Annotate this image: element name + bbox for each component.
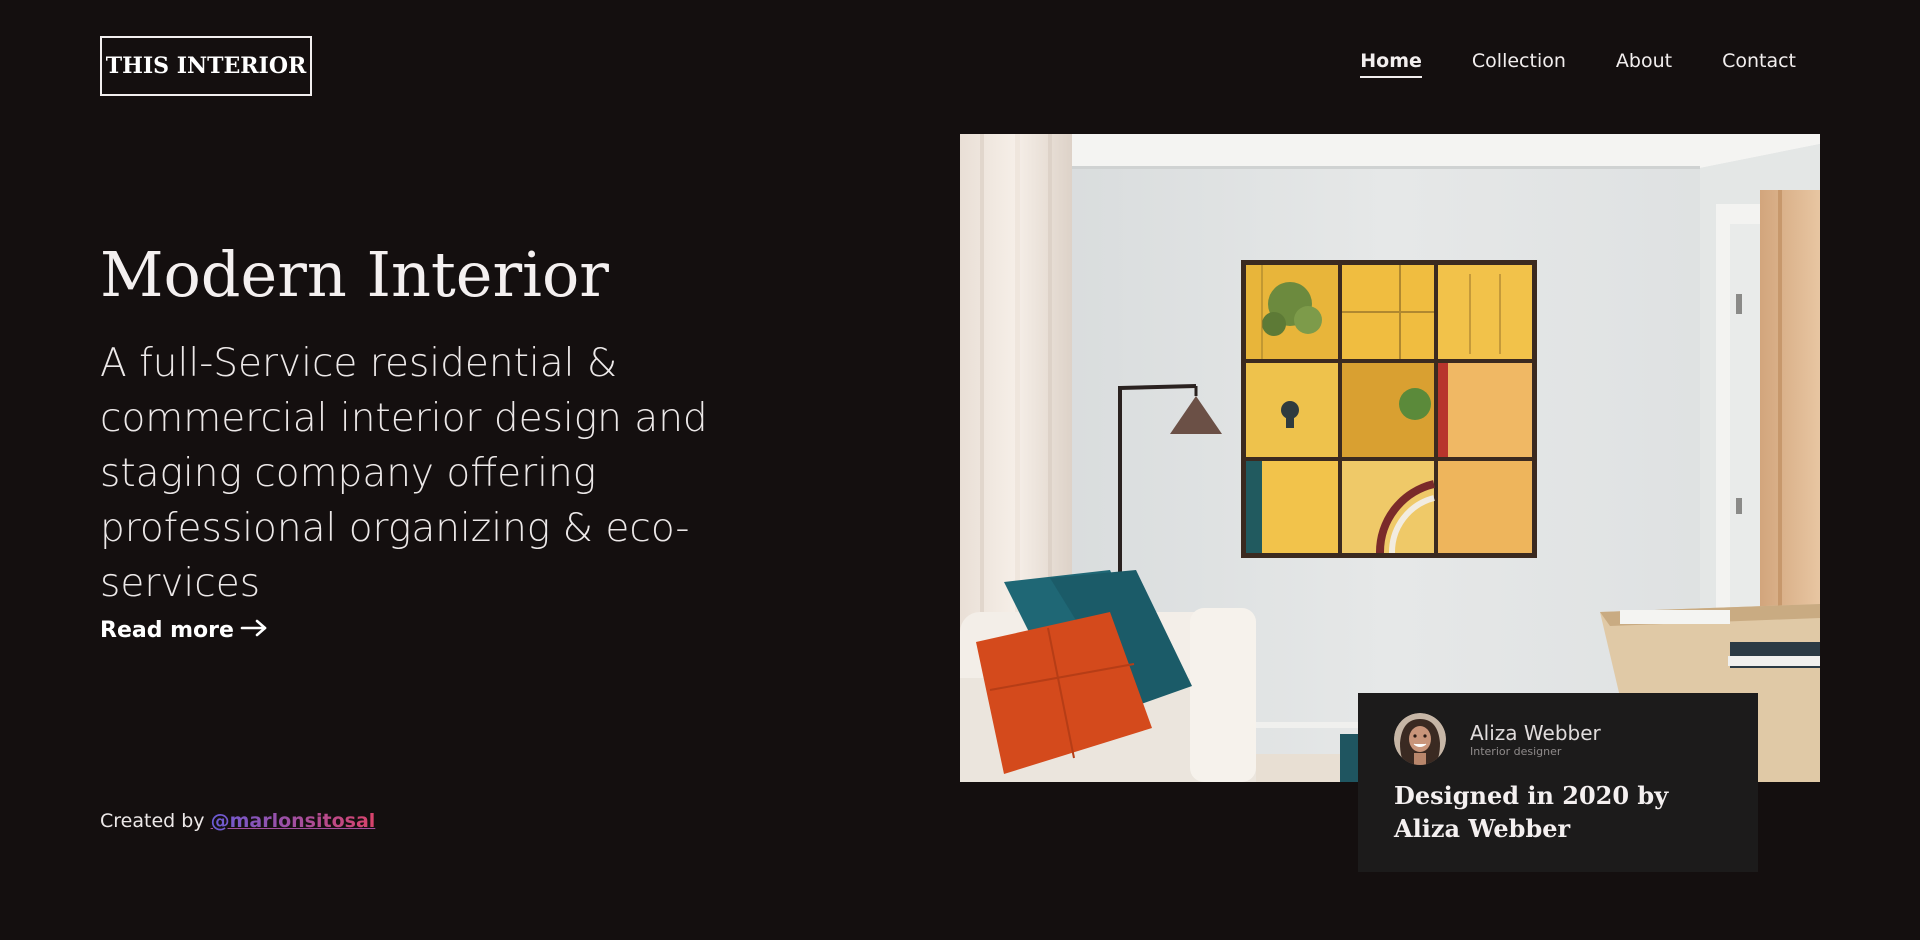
main-nav: Home Collection About Contact — [1360, 50, 1796, 78]
hero-title: Modern Interior — [100, 238, 609, 311]
author-role: Interior designer — [1470, 744, 1562, 758]
author-name: Aliza Webber — [1470, 720, 1601, 745]
credit-prefix: Created by — [100, 810, 205, 832]
card-title: Designed in 2020 by Aliza Webber — [1394, 781, 1669, 843]
credit-line: Created by @marlonsitosal — [100, 810, 375, 832]
card-author: Aliza Webber Interior designer — [1394, 713, 1722, 765]
nav-home-link[interactable]: Home — [1360, 50, 1422, 78]
read-more-link[interactable]: Read more — [100, 618, 268, 643]
interior-photo — [960, 134, 1820, 782]
nav-contact-link[interactable]: Contact — [1722, 50, 1796, 78]
arrow-right-icon — [240, 618, 268, 643]
hero-description: A full-Service residential & commercial … — [100, 341, 708, 606]
avatar — [1394, 713, 1446, 765]
author-handle-link[interactable]: @marlonsitosal — [211, 810, 376, 832]
nav-about-link[interactable]: About — [1616, 50, 1672, 78]
read-more-label: Read more — [100, 618, 234, 643]
designer-card: Aliza Webber Interior designer Designed … — [1358, 693, 1758, 872]
logo[interactable]: THIS INTERIOR — [100, 36, 312, 96]
nav-collection-link[interactable]: Collection — [1472, 50, 1566, 78]
